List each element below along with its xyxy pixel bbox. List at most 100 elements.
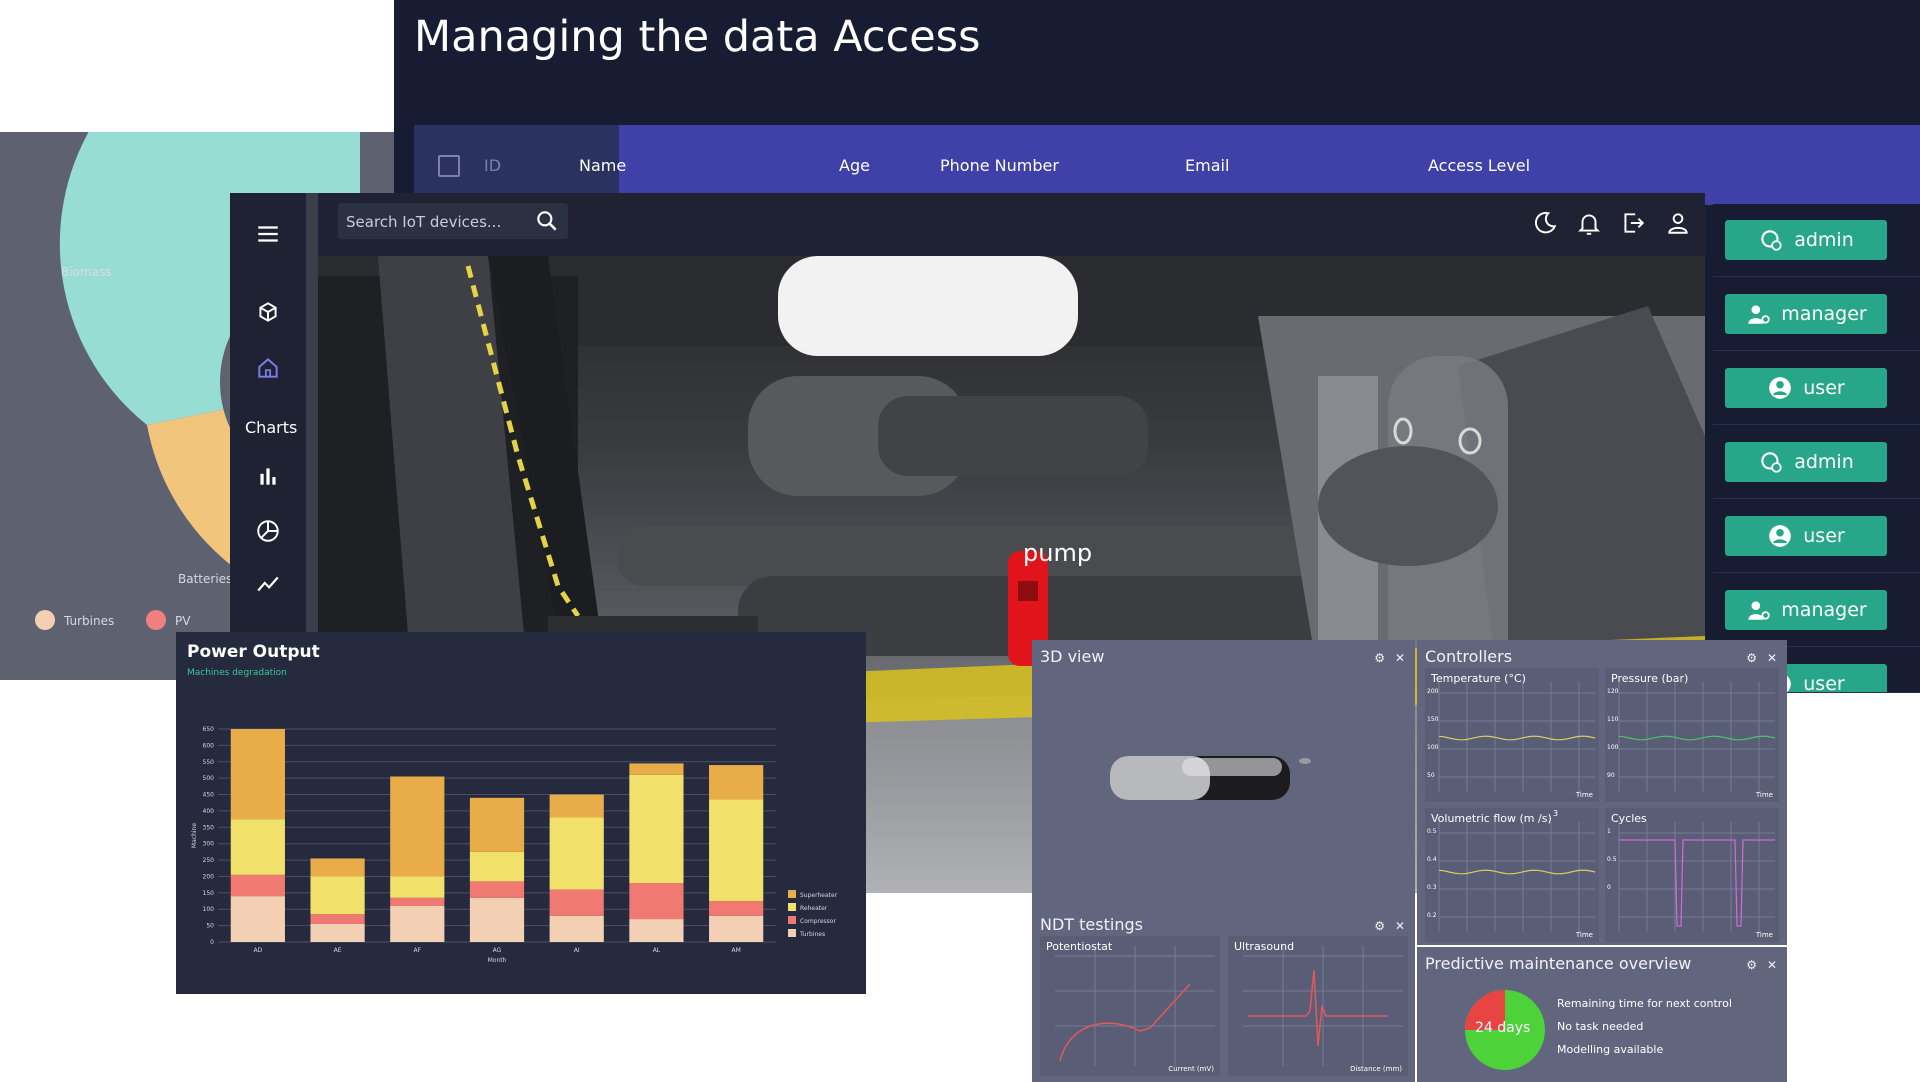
table-row[interactable]: manager [1713, 278, 1920, 351]
access-level-label: manager [1781, 303, 1867, 325]
y-tick-label: 50 [206, 923, 214, 930]
column-header-access-level[interactable]: Access Level [1428, 156, 1530, 175]
admin-icon [1761, 230, 1782, 251]
remaining-days-label: 24 days [1475, 1020, 1531, 1036]
table-row[interactable]: user [1713, 500, 1920, 573]
y-tick-label: 0.2 [1427, 912, 1437, 919]
y-tick-label: 110 [1607, 716, 1619, 723]
bar-segment-compressor [629, 883, 684, 920]
logout-icon[interactable] [1620, 210, 1646, 236]
search-icon[interactable] [534, 208, 560, 234]
legend-label: Compressor [800, 918, 836, 925]
y-tick-label: 120 [1607, 688, 1619, 695]
bar-segment-reheater [469, 851, 525, 882]
controller-plot [1618, 822, 1775, 932]
access-level-button-manager[interactable]: manager [1725, 590, 1887, 630]
user-icon [1769, 525, 1792, 547]
column-header-email[interactable]: Email [1185, 156, 1229, 175]
column-header-phone[interactable]: Phone Number [940, 156, 1059, 175]
gear-icon[interactable]: ⚙ [1746, 651, 1757, 665]
line-chart-icon[interactable] [255, 571, 281, 597]
close-icon[interactable]: ✕ [1395, 919, 1405, 933]
controller-chart[interactable]: 120 110 100 90 Pressure (bar) Time [1605, 668, 1779, 802]
controller-chart-title: Temperature (°C) [1431, 672, 1526, 685]
close-icon[interactable]: ✕ [1767, 958, 1777, 972]
column-header-name[interactable]: Name [579, 156, 626, 175]
bar-segment-compressor [230, 874, 285, 897]
gear-icon[interactable]: ⚙ [1746, 958, 1757, 972]
x-tick-label: AL [653, 947, 661, 954]
gear-icon[interactable]: ⚙ [1374, 919, 1385, 933]
chart-ultrasound[interactable]: Ultrasound Distance (mm) [1228, 936, 1408, 1076]
y-tick-label: 0.4 [1427, 856, 1437, 863]
panel-ndt-title: NDT testings [1040, 915, 1143, 934]
pie-label-batteries: Batteries [178, 572, 233, 586]
legend-label-pv[interactable]: PV [175, 614, 190, 628]
y-tick-label: 0.3 [1427, 884, 1437, 891]
legend-label: Turbines [799, 931, 825, 938]
pump-label[interactable]: pump [1023, 539, 1092, 567]
legend-swatch-pv [146, 610, 166, 630]
y-tick-label: 0.5 [1427, 828, 1437, 835]
y-tick-label: 50 [1427, 772, 1435, 779]
access-level-label: admin [1794, 229, 1854, 251]
column-header-age[interactable]: Age [839, 156, 870, 175]
y-tick-label: 1 [1607, 828, 1611, 835]
access-level-button-admin[interactable]: admin [1725, 442, 1887, 482]
bar-chart-icon[interactable] [255, 463, 281, 489]
legend-label-turbines[interactable]: Turbines [64, 614, 114, 628]
y-axis-title: Machine [191, 823, 198, 848]
x-tick-label: AF [414, 947, 422, 954]
y-tick-label: 350 [203, 824, 215, 831]
table-row[interactable]: admin [1713, 204, 1920, 277]
legend-swatch [788, 929, 796, 937]
pie-label-biomass: Biomass [61, 265, 112, 279]
bar-segment-turbines [310, 923, 365, 942]
home-icon[interactable] [255, 355, 281, 381]
legend-swatch [788, 916, 796, 924]
potentiostat-x-label: Current (mV) [1168, 1065, 1214, 1073]
access-level-button-manager[interactable]: manager [1725, 294, 1887, 334]
manager-icon [1748, 601, 1770, 620]
bar-segment-superheater [310, 858, 365, 877]
3d-object-view[interactable] [1032, 640, 1415, 908]
chart-potentiostat[interactable]: Potentiostat Current (mV) [1040, 936, 1220, 1076]
controller-x-label: Time [1575, 791, 1593, 799]
y-tick-label: 400 [203, 808, 215, 815]
menu-icon[interactable] [255, 221, 281, 247]
y-tick-label: 100 [203, 906, 215, 913]
column-header-id[interactable]: ID [484, 156, 501, 175]
maintenance-line-3: Modelling available [1557, 1043, 1664, 1056]
bar-segment-turbines [709, 915, 764, 942]
pie-chart-icon[interactable] [255, 518, 281, 544]
controller-chart-title: Volumetric flow (m /s) [1431, 812, 1552, 825]
access-level-button-user[interactable]: user [1725, 516, 1887, 556]
y-tick-label: 300 [203, 841, 215, 848]
access-level-button-user[interactable]: user [1725, 368, 1887, 408]
y-tick-label: 100 [1427, 744, 1439, 751]
access-level-button-admin[interactable]: admin [1725, 220, 1887, 260]
cube-icon[interactable] [255, 299, 281, 325]
controller-x-label: Time [1755, 931, 1773, 939]
table-row[interactable]: manager [1713, 574, 1920, 647]
controller-chart[interactable]: 1 0.5 0 Cycles Time [1605, 808, 1779, 942]
search-box [338, 203, 568, 239]
controller-chart[interactable]: 0.5 0.4 0.3 0.2 Volumetric flow (m /s) 3 Time [1425, 808, 1599, 942]
bar-segment-turbines [629, 919, 684, 942]
bar-segment-reheater [549, 817, 604, 890]
select-all-checkbox[interactable] [438, 155, 460, 177]
controller-plot [1438, 822, 1596, 932]
search-input[interactable] [344, 209, 533, 235]
moon-icon[interactable] [1532, 210, 1558, 236]
bell-icon[interactable] [1576, 210, 1602, 236]
manager-icon [1748, 305, 1770, 324]
controller-chart[interactable]: 200 150 100 50 Temperature (°C) Time [1425, 668, 1599, 802]
table-row[interactable]: admin [1713, 426, 1920, 499]
close-icon[interactable]: ✕ [1767, 651, 1777, 665]
bar-segment-superheater [469, 797, 525, 852]
user-icon[interactable] [1665, 210, 1691, 236]
bar-segment-superheater [230, 729, 285, 820]
bar-segment-reheater [230, 819, 285, 875]
maintenance-line-1: Remaining time for next control [1557, 997, 1732, 1010]
table-row[interactable]: user [1713, 352, 1920, 425]
